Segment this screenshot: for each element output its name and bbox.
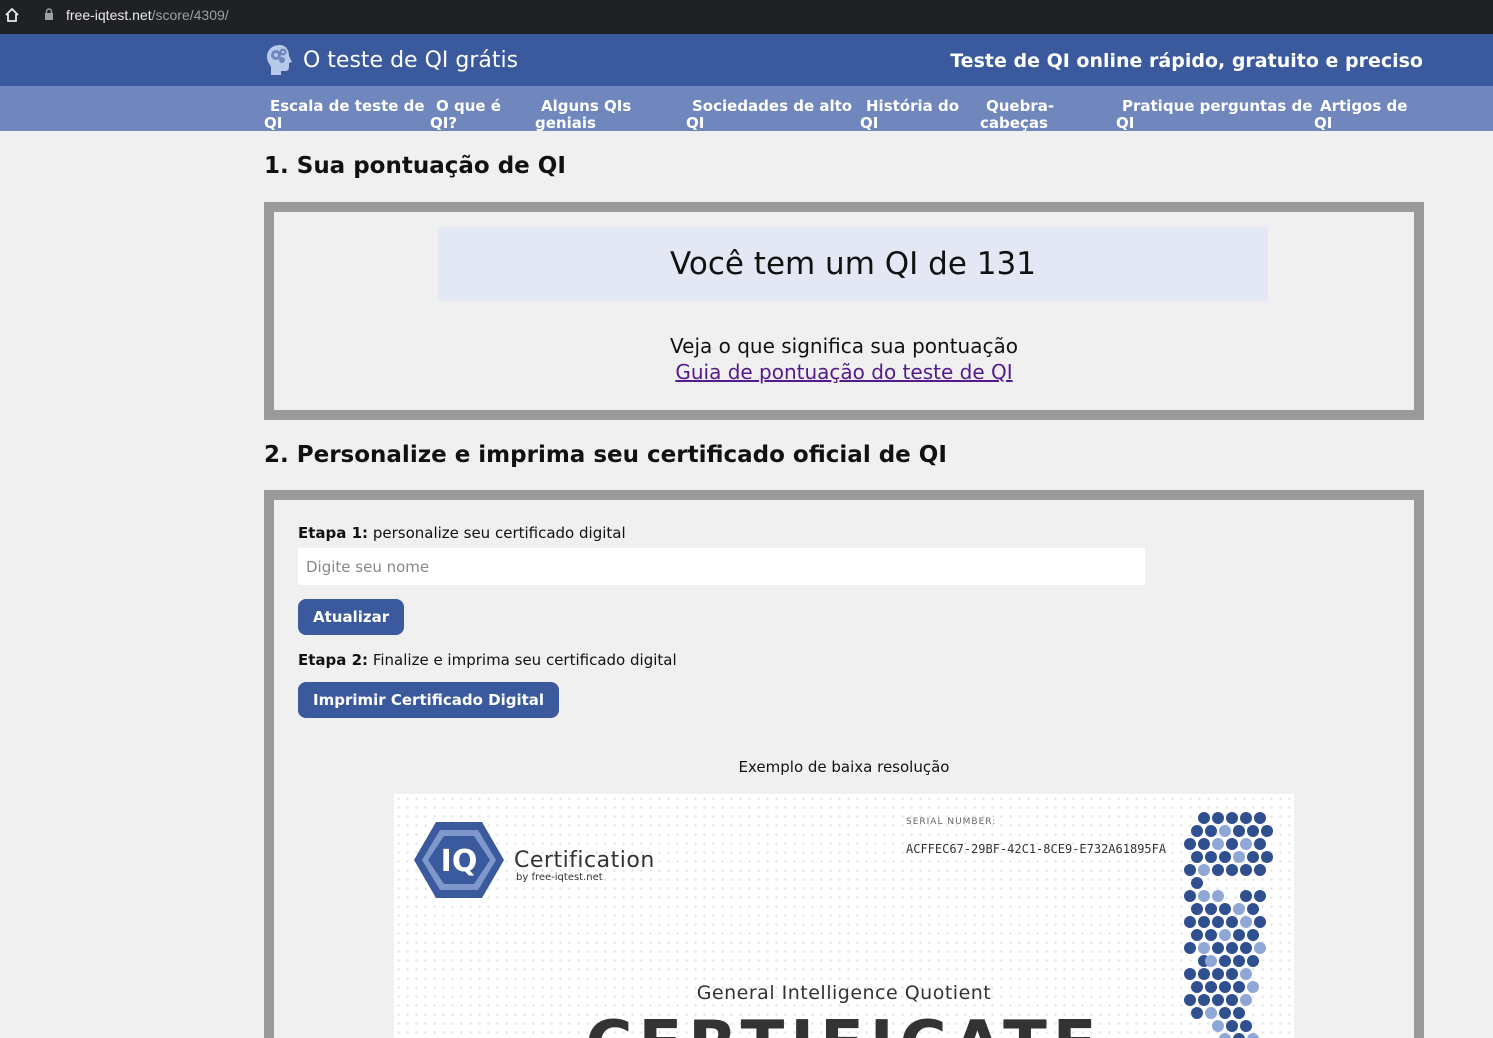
section-title-certificate: 2. Personalize e imprima seu certificado… <box>264 442 947 468</box>
section-title-score: 1. Sua pontuação de QI <box>264 153 566 179</box>
certificate-box: Etapa 1: personalize seu certificado dig… <box>264 490 1424 1038</box>
step2-label: Etapa 2: Finalize e imprima seu certific… <box>298 651 677 669</box>
home-icon[interactable] <box>4 7 20 23</box>
nav-item-label-line2: QI <box>1314 114 1333 132</box>
cert-big-title: CERTIFICATE <box>394 1008 1294 1038</box>
nav-item-label-line1: Sociedades de alto <box>692 97 853 115</box>
score-guide-link[interactable]: Guia de pontuação do teste de QI <box>274 360 1414 384</box>
score-box: Você tem um QI de 131 Veja o que signifi… <box>264 202 1424 420</box>
lock-icon <box>45 8 53 20</box>
nav-item-label-line1: Pratique perguntas de <box>1122 97 1313 115</box>
step2-text: Finalize e imprima seu certificado digit… <box>368 651 677 669</box>
browser-address-bar: free-iqtest.net/score/4309/ <box>0 0 1493 34</box>
nav-item-label-line1: O que é <box>436 97 501 115</box>
nav-item-label-line1: Artigos de <box>1320 97 1408 115</box>
nav-item-label-line1: Alguns QIs <box>541 97 632 115</box>
nav-item-genius-iqs[interactable]: Alguns QIs geniais <box>535 97 632 132</box>
cert-brand-by: by free-iqtest.net <box>516 872 603 883</box>
nav-item-high-iq-societies[interactable]: Sociedades de alto QI <box>686 97 853 132</box>
url-text[interactable]: free-iqtest.net/score/4309/ <box>66 7 229 23</box>
nav-item-label-line2: cabeças <box>980 114 1048 132</box>
score-banner: Você tem um QI de 131 <box>438 227 1268 301</box>
nav-item-iq-scale[interactable]: Escala de teste de QI <box>264 97 425 132</box>
url-host: free-iqtest.net <box>66 7 152 23</box>
site-tagline: Teste de QI online rápido, gratuito e pr… <box>950 50 1423 72</box>
main-nav: Escala de teste de QI O que é QI? Alguns Q… <box>0 86 1493 131</box>
site-title[interactable]: O teste de QI grátis <box>303 48 518 73</box>
iq-score-text: Você tem um QI de 131 <box>670 246 1036 282</box>
nav-item-label-line2: QI <box>860 114 879 132</box>
step1-label: Etapa 1: personalize seu certificado dig… <box>298 524 626 542</box>
nav-item-label-line1: Quebra- <box>986 97 1055 115</box>
update-button[interactable]: Atualizar <box>298 599 405 635</box>
brain-gears-logo-icon[interactable] <box>265 43 295 77</box>
nav-item-label-line2: QI <box>686 114 705 132</box>
step1-bold: Etapa 1: <box>298 524 369 542</box>
print-certificate-button[interactable]: Imprimir Certificado Digital <box>298 682 560 718</box>
nav-item-label-line2: QI <box>264 114 283 132</box>
cert-serial-label: SERIAL NUMBER: <box>906 817 997 827</box>
name-input[interactable] <box>298 548 1145 585</box>
nav-item-what-is-iq[interactable]: O que é QI? <box>430 97 501 132</box>
nav-item-iq-history[interactable]: História do QI <box>860 97 960 132</box>
low-res-caption: Exemplo de baixa resolução <box>738 758 950 776</box>
step1-text: personalize seu certificado digital <box>368 524 626 542</box>
nav-item-label-line2: QI <box>1116 114 1135 132</box>
url-path: /score/4309/ <box>151 7 229 23</box>
score-subtitle: Veja o que significa sua pontuação <box>670 334 1018 358</box>
certificate-preview: IQ Certification by free-iqtest.net SERI… <box>394 794 1294 1038</box>
nav-item-iq-articles[interactable]: Artigos de QI <box>1314 97 1408 132</box>
step2-bold: Etapa 2: <box>298 651 369 669</box>
nav-item-label-line2: geniais <box>535 114 596 132</box>
nav-item-label-line2: QI? <box>430 114 458 132</box>
nav-item-label-line1: História do <box>866 97 960 115</box>
cert-brand: Certification <box>514 848 655 873</box>
nav-item-practice-questions[interactable]: Pratique perguntas de QI <box>1116 97 1313 132</box>
nav-item-label-line1: Escala de teste de <box>270 97 425 115</box>
nav-item-puzzles[interactable]: Quebra-cabeças <box>980 97 1055 132</box>
iq-hexagon-logo-icon: IQ <box>414 822 504 898</box>
cert-gen-title: General Intelligence Quotient <box>696 982 992 1004</box>
cert-serial-number: ACFFEC67-29BF-42C1-8CE9-E732A61895FA <box>906 842 1167 856</box>
cert-logo-text: IQ <box>441 844 478 879</box>
site-header: O teste de QI grátis Teste de QI online … <box>0 34 1493 86</box>
